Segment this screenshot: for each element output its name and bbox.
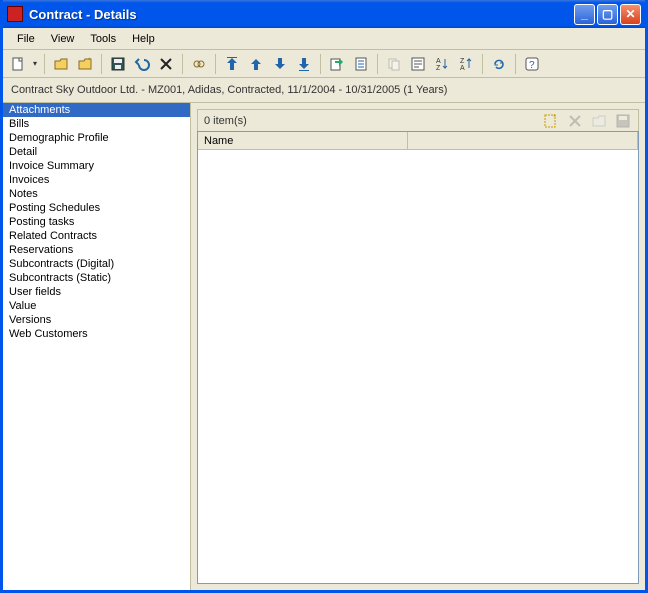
open-alt-button[interactable]: *	[74, 53, 96, 75]
svg-text:Z: Z	[460, 58, 465, 65]
maximize-button[interactable]: ▢	[597, 4, 618, 25]
link-button[interactable]	[188, 53, 210, 75]
svg-text:A: A	[436, 58, 441, 65]
sidebar-item-notes[interactable]: Notes	[3, 187, 190, 201]
sidebar-item-reservations[interactable]: Reservations	[3, 243, 190, 257]
close-button[interactable]: ✕	[620, 4, 641, 25]
sidebar-item-posting-schedules[interactable]: Posting Schedules	[3, 201, 190, 215]
sidebar-item-attachments[interactable]: Attachments	[3, 103, 190, 117]
column-blank[interactable]	[408, 132, 638, 149]
menu-file[interactable]: File	[9, 31, 43, 47]
document-button[interactable]	[350, 53, 372, 75]
delete-button[interactable]	[155, 53, 177, 75]
sidebar-item-posting-tasks[interactable]: Posting tasks	[3, 215, 190, 229]
undo-button[interactable]	[131, 53, 153, 75]
list-body	[198, 150, 638, 583]
copy-button	[383, 53, 405, 75]
refresh-button[interactable]	[488, 53, 510, 75]
save-button[interactable]	[107, 53, 129, 75]
minimize-button[interactable]: _	[574, 4, 595, 25]
new-button[interactable]	[7, 53, 29, 75]
sidebar-item-related-contracts[interactable]: Related Contracts	[3, 229, 190, 243]
window-title: Contract - Details	[29, 7, 574, 22]
open-button[interactable]	[50, 53, 72, 75]
open-attachment-button	[590, 112, 608, 130]
sort-asc-button[interactable]: AZ	[431, 53, 453, 75]
content: AttachmentsBillsDemographic ProfileDetai…	[3, 103, 645, 590]
last-button[interactable]	[293, 53, 315, 75]
sidebar-item-web-customers[interactable]: Web Customers	[3, 327, 190, 341]
breadcrumb: Contract Sky Outdoor Ltd. - MZ001, Adida…	[3, 78, 645, 103]
delete-attachment-button	[566, 112, 584, 130]
menubar: File View Tools Help	[3, 28, 645, 50]
sidebar-item-subcontracts-static-[interactable]: Subcontracts (Static)	[3, 271, 190, 285]
prev-button[interactable]	[245, 53, 267, 75]
window-buttons: _ ▢ ✕	[574, 4, 641, 25]
new-dropdown[interactable]: ▾	[31, 59, 39, 68]
app-icon	[7, 6, 23, 22]
main-header: 0 item(s) *	[197, 109, 639, 131]
svg-text:?: ?	[529, 60, 535, 71]
sidebar-item-subcontracts-digital-[interactable]: Subcontracts (Digital)	[3, 257, 190, 271]
sidebar: AttachmentsBillsDemographic ProfileDetai…	[3, 103, 191, 590]
menu-view[interactable]: View	[43, 31, 83, 47]
sidebar-item-versions[interactable]: Versions	[3, 313, 190, 327]
column-name[interactable]: Name	[198, 132, 408, 149]
titlebar: Contract - Details _ ▢ ✕	[3, 0, 645, 28]
properties-button[interactable]	[407, 53, 429, 75]
main-panel: 0 item(s) * Name	[191, 103, 645, 590]
toolbar: ▾ * AZ ZA ?	[3, 50, 645, 78]
sidebar-item-detail[interactable]: Detail	[3, 145, 190, 159]
export-button[interactable]	[326, 53, 348, 75]
svg-text:A: A	[460, 65, 465, 72]
help-button[interactable]: ?	[521, 53, 543, 75]
sidebar-item-user-fields[interactable]: User fields	[3, 285, 190, 299]
save-attachment-button	[614, 112, 632, 130]
menu-help[interactable]: Help	[124, 31, 163, 47]
svg-text:*: *	[553, 113, 556, 122]
svg-text:Z: Z	[436, 65, 441, 72]
sidebar-item-bills[interactable]: Bills	[3, 117, 190, 131]
sort-desc-button[interactable]: ZA	[455, 53, 477, 75]
breadcrumb-text: Contract Sky Outdoor Ltd. - MZ001, Adida…	[11, 84, 447, 96]
first-button[interactable]	[221, 53, 243, 75]
item-count: 0 item(s)	[204, 115, 542, 127]
attachments-list[interactable]: Name	[197, 131, 639, 584]
list-header: Name	[198, 132, 638, 150]
sidebar-item-value[interactable]: Value	[3, 299, 190, 313]
sidebar-item-invoice-summary[interactable]: Invoice Summary	[3, 159, 190, 173]
next-button[interactable]	[269, 53, 291, 75]
new-attachment-button[interactable]: *	[542, 112, 560, 130]
sidebar-item-demographic-profile[interactable]: Demographic Profile	[3, 131, 190, 145]
menu-tools[interactable]: Tools	[82, 31, 124, 47]
sidebar-item-invoices[interactable]: Invoices	[3, 173, 190, 187]
